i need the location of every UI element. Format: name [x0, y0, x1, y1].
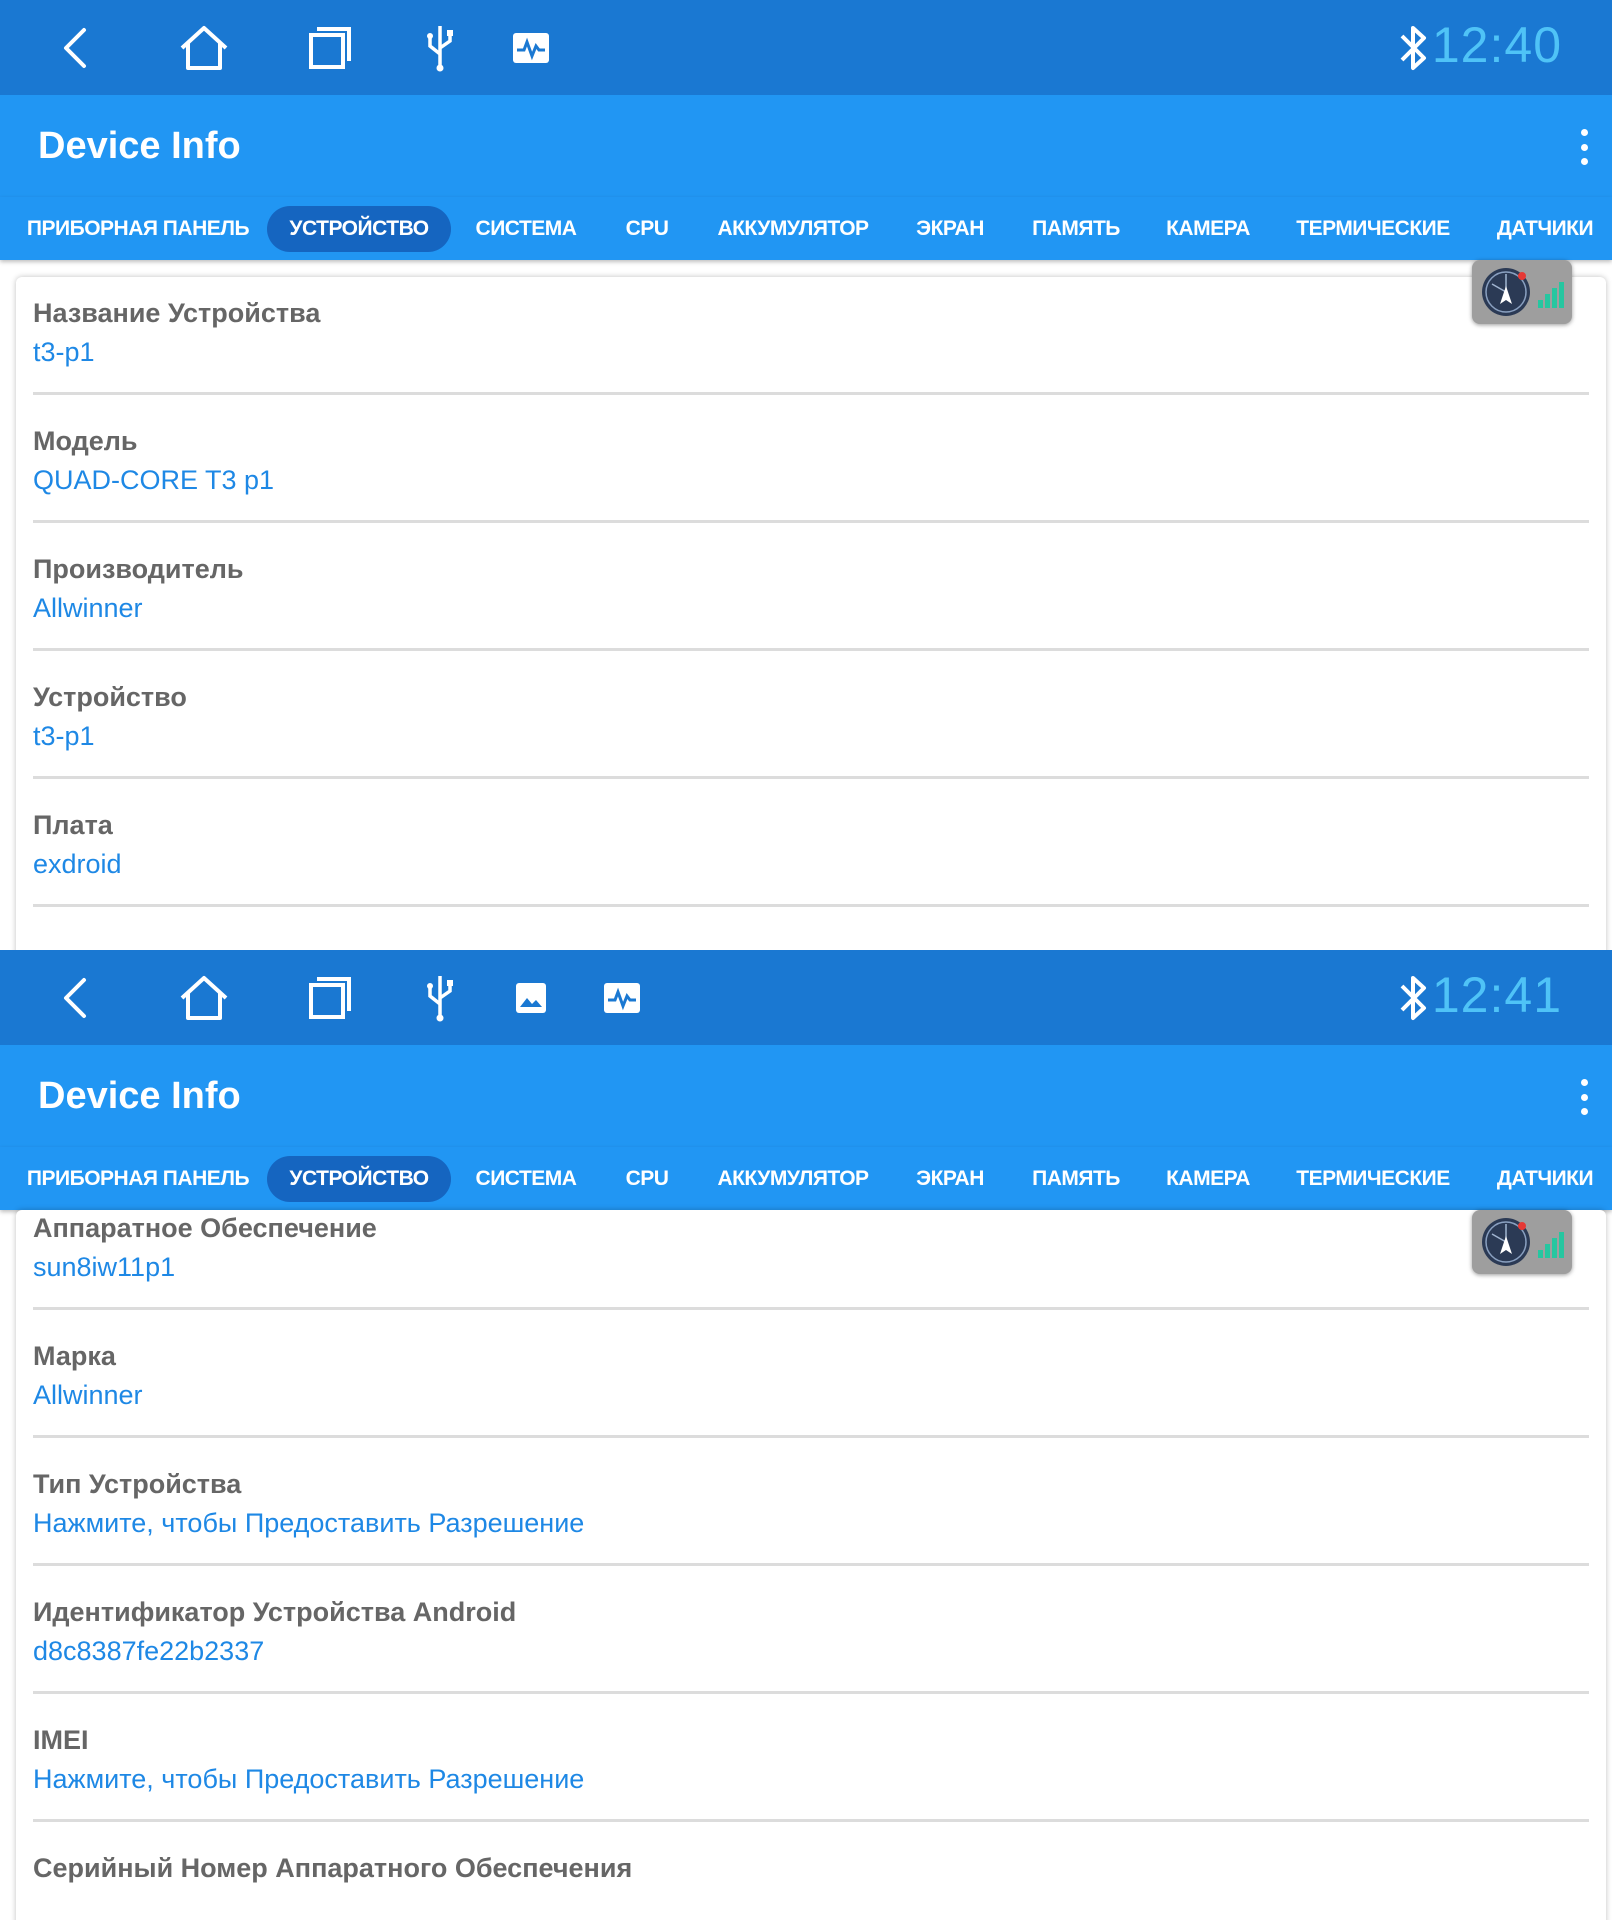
- permission-link[interactable]: Нажмите, чтобы Предоставить Разрешение: [33, 1760, 1589, 1798]
- item-value: exdroid: [33, 849, 122, 879]
- tab-dashboard[interactable]: ПРИБОРНАЯ ПАНЕЛЬ: [22, 206, 254, 252]
- item-label: Марка: [33, 1341, 116, 1371]
- item-label: Плата: [33, 810, 113, 840]
- home-icon[interactable]: [176, 970, 232, 1026]
- divider: [33, 1563, 1589, 1566]
- tab-battery[interactable]: АККУМУЛЯТОР: [712, 1156, 874, 1202]
- tab-memory[interactable]: ПАМЯТЬ: [1026, 1156, 1126, 1202]
- item-value: t3-p1: [33, 721, 95, 751]
- item-label: Идентификатор Устройства Android: [33, 1597, 517, 1627]
- item-value: QUAD-CORE T3 p1: [33, 465, 275, 495]
- usb-icon: [412, 20, 468, 76]
- divider: [33, 1307, 1589, 1310]
- app-title: Device Info: [38, 125, 241, 167]
- floating-monitor-icon[interactable]: [1472, 260, 1572, 324]
- list-item: Плата exdroid: [33, 807, 1589, 883]
- list-item: Модель QUAD-CORE T3 p1: [33, 423, 1589, 499]
- home-icon[interactable]: [176, 20, 232, 76]
- tab-display[interactable]: ЭКРАН: [908, 206, 992, 252]
- info-card: Название Устройства t3-p1 Модель QUAD-CO…: [16, 277, 1606, 950]
- recents-icon[interactable]: [302, 970, 358, 1026]
- list-item: Марка Allwinner: [33, 1338, 1589, 1414]
- tab-bar: ПРИБОРНАЯ ПАНЕЛЬ УСТРОЙСТВО СИСТЕМА CPU …: [0, 1147, 1612, 1210]
- tab-system[interactable]: СИСТЕМА: [470, 1156, 582, 1202]
- activity-icon: [594, 970, 650, 1026]
- item-value: [33, 1888, 1589, 1920]
- item-label: IMEI: [33, 1725, 89, 1755]
- list-item: Название Устройства t3-p1: [33, 295, 1589, 371]
- info-card: Аппаратное Обеспечение sun8iw11p1 Марка …: [16, 1210, 1606, 1920]
- list-item: Идентификатор Устройства Android d8c8387…: [33, 1594, 1589, 1670]
- item-label: Серийный Номер Аппаратного Обеспечения: [33, 1853, 633, 1883]
- item-value: d8c8387fe22b2337: [33, 1636, 265, 1666]
- item-value: Allwinner: [33, 1380, 143, 1410]
- tab-camera[interactable]: КАМЕРА: [1160, 206, 1256, 252]
- list-item: Устройство t3-p1: [33, 679, 1589, 755]
- tab-dashboard[interactable]: ПРИБОРНАЯ ПАНЕЛЬ: [22, 1156, 254, 1202]
- recents-icon[interactable]: [302, 20, 358, 76]
- divider: [33, 1435, 1589, 1438]
- list-item[interactable]: IMEI Нажмите, чтобы Предоставить Разреше…: [33, 1722, 1589, 1798]
- status-bar: 12:40: [0, 0, 1612, 95]
- screenshot-2: 12:41 Device Info ПРИБОРНАЯ ПАНЕЛЬ УСТРО…: [0, 950, 1612, 1920]
- tab-cpu[interactable]: CPU: [612, 206, 682, 252]
- item-label: Устройство: [33, 682, 187, 712]
- image-icon: [503, 970, 559, 1026]
- divider: [33, 1691, 1589, 1694]
- app-bar: Device Info: [0, 95, 1612, 197]
- item-label: Тип Устройства: [33, 1469, 242, 1499]
- list-item: Производитель Allwinner: [33, 551, 1589, 627]
- clock: 12:40: [1431, 17, 1562, 73]
- back-icon[interactable]: [48, 970, 104, 1026]
- tab-bar: ПРИБОРНАЯ ПАНЕЛЬ УСТРОЙСТВО СИСТЕМА CPU …: [0, 197, 1612, 260]
- list-item: Серийный Номер Аппаратного Обеспечения: [33, 1850, 1589, 1920]
- item-value: t3-p1: [33, 337, 95, 367]
- item-value: Allwinner: [33, 593, 143, 623]
- tab-sensors[interactable]: ДАТЧИКИ: [1488, 206, 1602, 252]
- tab-device[interactable]: УСТРОЙСТВО: [267, 206, 451, 252]
- list-item[interactable]: Тип Устройства Нажмите, чтобы Предостави…: [33, 1466, 1589, 1542]
- tab-memory[interactable]: ПАМЯТЬ: [1026, 206, 1126, 252]
- tab-system[interactable]: СИСТЕМА: [470, 206, 582, 252]
- bluetooth-icon: [1394, 972, 1434, 1024]
- floating-monitor-icon[interactable]: [1472, 1210, 1572, 1274]
- tab-sensors[interactable]: ДАТЧИКИ: [1488, 1156, 1602, 1202]
- divider: [33, 648, 1589, 651]
- divider: [33, 520, 1589, 523]
- usb-icon: [412, 970, 468, 1026]
- activity-icon: [503, 20, 559, 76]
- tab-camera[interactable]: КАМЕРА: [1160, 1156, 1256, 1202]
- clock: 12:41: [1431, 967, 1562, 1023]
- item-value: sun8iw11p1: [33, 1252, 176, 1282]
- app-title: Device Info: [38, 1075, 241, 1117]
- tab-device[interactable]: УСТРОЙСТВО: [267, 1156, 451, 1202]
- tab-display[interactable]: ЭКРАН: [908, 1156, 992, 1202]
- tab-cpu[interactable]: CPU: [612, 1156, 682, 1202]
- divider: [33, 904, 1589, 907]
- list-item: Аппаратное Обеспечение sun8iw11p1: [33, 1210, 1589, 1286]
- back-icon[interactable]: [48, 20, 104, 76]
- tab-battery[interactable]: АККУМУЛЯТОР: [712, 206, 874, 252]
- tab-thermal[interactable]: ТЕРМИЧЕСКИЕ: [1290, 1156, 1456, 1202]
- tab-thermal[interactable]: ТЕРМИЧЕСКИЕ: [1290, 206, 1456, 252]
- item-label: Производитель: [33, 554, 244, 584]
- divider: [33, 776, 1589, 779]
- divider: [33, 392, 1589, 395]
- app-bar: Device Info: [0, 1045, 1612, 1147]
- permission-link[interactable]: Нажмите, чтобы Предоставить Разрешение: [33, 1504, 1589, 1542]
- overflow-menu-icon[interactable]: [1578, 1079, 1590, 1115]
- status-bar: 12:41: [0, 950, 1612, 1045]
- screenshot-1: 12:40 Device Info ПРИБОРНАЯ ПАНЕЛЬ УСТРО…: [0, 0, 1612, 950]
- overflow-menu-icon[interactable]: [1578, 129, 1590, 165]
- bluetooth-icon: [1394, 22, 1434, 74]
- item-label: Модель: [33, 426, 138, 456]
- item-label: Аппаратное Обеспечение: [33, 1213, 377, 1243]
- item-label: Название Устройства: [33, 298, 321, 328]
- divider: [33, 1819, 1589, 1822]
